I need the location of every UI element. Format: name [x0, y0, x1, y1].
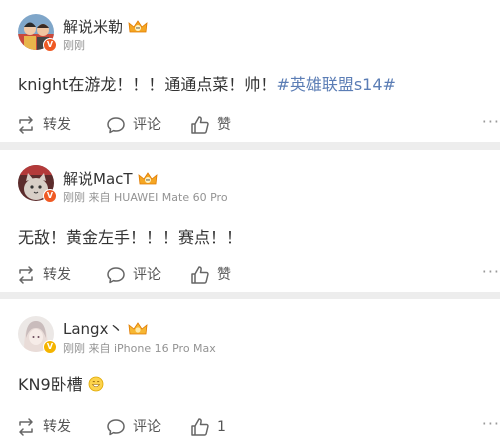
thumbs-up-icon — [191, 116, 209, 134]
repost-label: 转发 — [43, 267, 71, 283]
more-icon[interactable]: ··· — [482, 114, 500, 130]
comment-button[interactable]: 评论 — [106, 115, 161, 135]
more-icon[interactable]: ··· — [482, 264, 500, 280]
action-bar: 转发 评论 赞 ··· — [0, 264, 500, 285]
author-name[interactable]: Langx丶 — [63, 320, 123, 338]
like-label: 赞 — [217, 267, 231, 283]
post-text: 无敌！黄金左手！！！赛点！！ — [18, 228, 243, 247]
repost-button[interactable]: 转发 — [16, 115, 71, 135]
more-icon[interactable]: ··· — [482, 416, 500, 432]
repost-label: 转发 — [43, 419, 71, 435]
post-content: knight在游龙！！！通通点菜！帅！#英雄联盟s14# — [18, 74, 396, 96]
repost-label: 转发 — [43, 117, 71, 133]
post-text: KN9卧槽 — [18, 375, 83, 394]
comment-icon — [107, 419, 125, 436]
post-card: V 解说米勒 刚刚 knight在游龙！！！通通点菜！帅！#英雄联盟s14# 转… — [0, 0, 500, 142]
post-text: knight在游龙！！！通通点菜！帅！ — [18, 75, 277, 94]
verified-badge-icon: V — [43, 189, 57, 203]
like-label: 赞 — [217, 117, 231, 133]
author-name[interactable]: 解说MacT — [63, 170, 133, 188]
action-bar: 转发 评论 赞 ··· — [0, 114, 500, 135]
weibo-comment-feed: V 解说米勒 刚刚 knight在游龙！！！通通点菜！帅！#英雄联盟s14# 转… — [0, 0, 500, 440]
repost-button[interactable]: 转发 — [16, 417, 71, 437]
thumbs-up-icon — [191, 418, 209, 436]
post-content: KN9卧槽 — [18, 374, 104, 396]
post-meta: 刚刚 — [63, 39, 85, 52]
repost-icon — [19, 266, 33, 284]
repost-icon — [19, 418, 33, 436]
comment-button[interactable]: 评论 — [106, 265, 161, 285]
post-content: 无敌！黄金左手！！！赛点！！ — [18, 227, 242, 249]
post-meta: 刚刚 来自 HUAWEI Mate 60 Pro — [63, 191, 228, 204]
author-name[interactable]: 解说米勒 — [63, 18, 123, 36]
comment-label: 评论 — [133, 419, 161, 435]
thumbs-up-icon — [191, 266, 209, 284]
like-button[interactable]: 赞 — [190, 265, 231, 285]
repost-icon — [19, 116, 33, 134]
verified-badge-icon: V — [43, 38, 57, 52]
like-button[interactable]: 赞 — [190, 115, 231, 135]
crown-level-icon — [128, 20, 148, 33]
topic-link[interactable]: #英雄联盟s14# — [276, 75, 396, 94]
crown-level-icon — [138, 172, 158, 185]
comment-button[interactable]: 评论 — [106, 417, 161, 437]
comment-icon — [107, 117, 125, 134]
crown-level-icon — [128, 322, 148, 335]
post-card: V 解说MacT 刚刚 来自 HUAWEI Mate 60 Pro 无敌！黄金左… — [0, 150, 500, 292]
repost-button[interactable]: 转发 — [16, 265, 71, 285]
like-count: 1 — [217, 419, 226, 435]
verified-badge-icon: V — [43, 340, 57, 354]
post-card: V Langx丶 刚刚 来自 iPhone 16 Pro Max KN9卧槽 转… — [0, 299, 500, 440]
comment-label: 评论 — [133, 117, 161, 133]
comment-icon — [107, 267, 125, 284]
action-bar: 转发 评论 1 ··· — [0, 416, 500, 437]
grinning-face-emoji — [88, 376, 104, 392]
like-button[interactable]: 1 — [190, 417, 226, 437]
comment-label: 评论 — [133, 267, 161, 283]
post-meta: 刚刚 来自 iPhone 16 Pro Max — [63, 342, 216, 355]
